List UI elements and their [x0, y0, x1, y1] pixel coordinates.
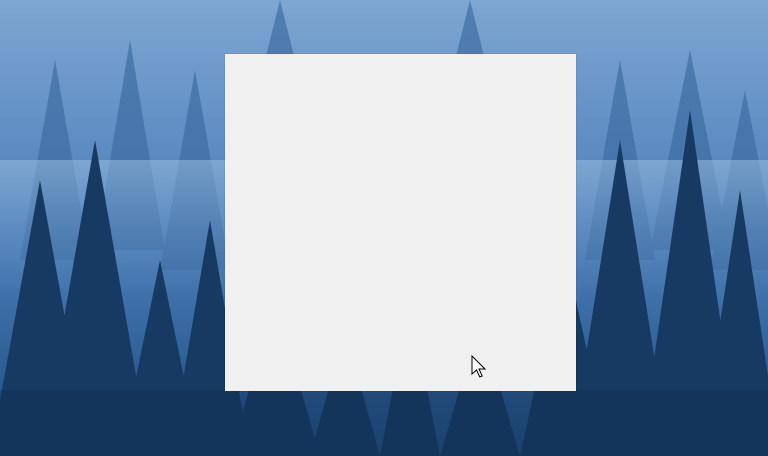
desktop: [0, 0, 768, 456]
blank-window[interactable]: [225, 54, 576, 391]
